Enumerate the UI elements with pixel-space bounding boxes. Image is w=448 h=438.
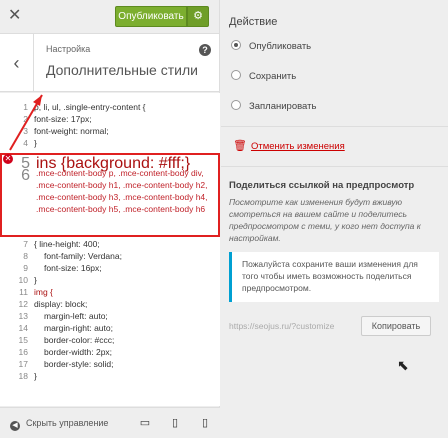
code-text: border-width: 2px;: [44, 347, 113, 357]
divider: [221, 166, 448, 167]
code-text: { line-height: 400;: [34, 239, 100, 249]
share-preview-description: Посмотрите как изменения будут вживую см…: [229, 197, 421, 243]
radio-label: Запланировать: [249, 101, 317, 112]
code-text: border-style: solid;: [44, 359, 114, 369]
code-text: margin-left: auto;: [44, 311, 108, 321]
line-number: 10: [18, 275, 28, 285]
code-text: font-family: Verdana;: [44, 251, 122, 261]
bottom-bar: ◀ Скрыть управление ▭ ▯ ▯: [0, 407, 220, 438]
line-number: 15: [18, 335, 28, 345]
publish-settings-panel: Действие Опубликовать Сохранить Запланир…: [221, 0, 448, 438]
share-notice: Пожалуйста сохраните ваши изменения для …: [229, 252, 439, 302]
radio-label: Опубликовать: [249, 41, 312, 52]
code-text: .mce-content-body p, .mce-content-body d…: [36, 168, 208, 214]
code-text: border-color: #ccc;: [44, 335, 115, 345]
tablet-icon[interactable]: ▯: [168, 416, 182, 430]
trash-icon: 🗑: [233, 140, 247, 152]
line-number: 9: [23, 263, 28, 273]
code-text: margin-right: auto;: [44, 323, 113, 333]
code-text: display: block;: [34, 299, 88, 309]
collapse-label: Скрыть управление: [26, 418, 109, 428]
preview-url-field[interactable]: https://seojus.ru/?customize: [229, 318, 357, 334]
mobile-icon[interactable]: ▯: [198, 416, 212, 430]
radio-label: Сохранить: [249, 71, 297, 82]
line-number: 11: [19, 287, 28, 297]
radio-icon[interactable]: [231, 70, 241, 80]
line-number: 18: [18, 371, 28, 381]
collapse-icon: ◀: [10, 421, 20, 431]
divider: [221, 126, 448, 127]
radio-save[interactable]: Сохранить: [231, 70, 296, 84]
line-number: 17: [18, 359, 28, 369]
css-code-editor-lower[interactable]: 7 { line-height: 400; 8 font-family: Ver…: [0, 238, 220, 406]
code-text: font-size: 16px;: [44, 263, 102, 273]
line-number: 16: [18, 347, 28, 357]
radio-icon[interactable]: [231, 100, 241, 110]
line-number: 7: [23, 239, 28, 249]
code-text: }: [34, 275, 37, 285]
action-title: Действие: [229, 16, 278, 28]
right-bottom-bar: [221, 407, 448, 438]
discard-label: Отменить изменения: [250, 141, 345, 152]
code-text: }: [34, 371, 37, 381]
customizer-sidebar: ✕ Опубликовать ⚙ ‹ Настройка Дополнитель…: [0, 0, 220, 438]
discard-changes-link[interactable]: 🗑 Отменить изменения: [233, 139, 345, 152]
line-number: 8: [23, 251, 28, 261]
line-number: 14: [18, 323, 28, 333]
radio-icon[interactable]: [231, 40, 241, 50]
line-number: 12: [18, 299, 28, 309]
copy-button[interactable]: Копировать: [361, 316, 431, 336]
annotation-arrow-icon: [9, 94, 43, 151]
radio-schedule[interactable]: Запланировать: [231, 100, 316, 114]
share-preview-title: Поделиться ссылкой на предпросмотр: [229, 180, 415, 191]
desktop-icon[interactable]: ▭: [138, 416, 152, 430]
code-text: img {: [34, 287, 53, 297]
collapse-button[interactable]: ◀ Скрыть управление: [10, 418, 108, 431]
mouse-cursor-icon: ⬉: [397, 357, 409, 373]
line-number: 13: [18, 311, 28, 321]
radio-publish[interactable]: Опубликовать: [231, 40, 311, 54]
